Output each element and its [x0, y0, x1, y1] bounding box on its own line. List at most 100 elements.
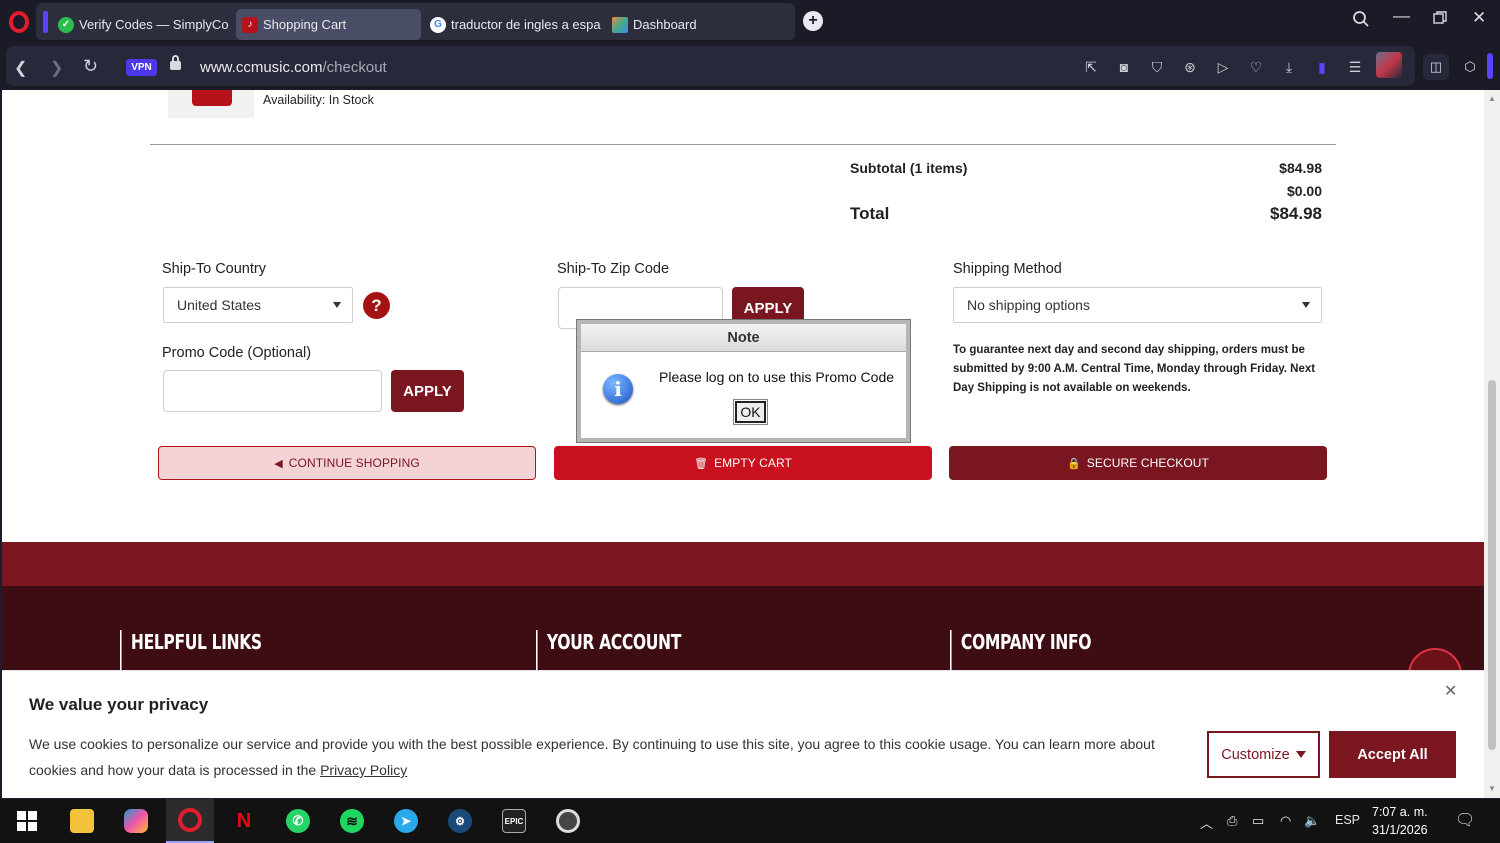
tray-overflow-icon[interactable]: ︿ [1200, 813, 1213, 832]
sidebar-accent [1487, 53, 1493, 79]
chevron-down-icon [1302, 302, 1310, 308]
privacy-policy-link[interactable]: Privacy Policy [320, 762, 407, 778]
help-question-icon[interactable]: ? [363, 292, 390, 319]
extensions-icon[interactable]: ⬡ [1457, 54, 1483, 80]
copilot-icon[interactable] [112, 799, 160, 843]
footer-your-account-heading: YOUR ACCOUNT [536, 630, 681, 674]
availability-text: Availability: In Stock [263, 93, 374, 107]
forward-icon[interactable]: ❯ [50, 58, 63, 78]
reload-icon[interactable]: ↻ [83, 56, 98, 77]
system-clock[interactable]: 7:07 a. m. 31/1/2026 [1372, 803, 1428, 839]
scroll-down-icon[interactable]: ▼ [1488, 784, 1496, 793]
note-dialog-title: Note [581, 324, 906, 352]
profile-avatar[interactable] [1376, 52, 1402, 78]
new-tab-button[interactable]: + [803, 11, 823, 31]
volume-icon[interactable]: 🔈 [1304, 813, 1320, 829]
promo-apply-button[interactable]: APPLY [391, 370, 464, 412]
tab-verify-codes[interactable]: ✓ Verify Codes — SimplyCo [52, 9, 234, 40]
cookie-banner: We value your privacy ✕ We use cookies t… [2, 670, 1484, 798]
footer-band [2, 542, 1484, 586]
language-indicator[interactable]: ESP [1335, 813, 1360, 827]
subtotal-value: $84.98 [1279, 160, 1322, 176]
lock-icon: 🔒 [1067, 457, 1081, 470]
windows-start-icon[interactable] [3, 799, 51, 843]
workspace-indicator [43, 11, 48, 33]
opera-logo-icon[interactable] [9, 11, 29, 33]
notifications-icon[interactable]: 🗨 [1455, 810, 1475, 830]
url-field[interactable]: www.ccmusic.com/checkout [200, 59, 387, 76]
share-icon[interactable]: ⇱ [1083, 59, 1099, 75]
note-dialog: Note i Please log on to use this Promo C… [577, 320, 910, 442]
telegram-icon[interactable]: ➤ [382, 799, 430, 843]
tab-label: traductor de ingles a espa [451, 17, 601, 32]
ok-button[interactable]: OK [733, 399, 768, 425]
aria-panel-icon[interactable]: ◫ [1423, 54, 1449, 80]
ship-country-value: United States [177, 297, 262, 313]
customize-button[interactable]: Customize [1207, 731, 1320, 778]
tab-shopping-cart[interactable]: ♪ Shopping Cart [236, 9, 421, 40]
close-icon[interactable]: ✕ [1444, 681, 1457, 701]
secure-checkout-button[interactable]: 🔒 SECURE CHECKOUT [949, 446, 1327, 480]
lock-icon[interactable] [170, 55, 181, 70]
heart-icon[interactable]: ♡ [1248, 59, 1264, 75]
continue-shopping-button[interactable]: ◀ CONTINUE SHOPPING [158, 446, 536, 480]
shipping-method-value: No shipping options [967, 297, 1090, 313]
dashboard-favicon-icon [612, 16, 628, 33]
promo-code-label: Promo Code (Optional) [162, 345, 312, 361]
ship-country-select[interactable]: United States [163, 287, 353, 323]
minimize-button[interactable]: — [1393, 6, 1410, 26]
shipping-guarantee-note: To guarantee next day and second day shi… [953, 344, 1316, 394]
battery-saver-icon[interactable]: ▮ [1314, 59, 1330, 75]
tab-dashboard[interactable]: Dashboard [606, 9, 756, 40]
empty-cart-label: EMPTY CART [714, 456, 792, 470]
epic-games-icon[interactable]: EPIC [490, 799, 538, 843]
scroll-up-icon[interactable]: ▲ [1488, 94, 1496, 103]
file-explorer-icon[interactable] [58, 799, 106, 843]
cookie-body: We use cookies to personalize our servic… [29, 736, 1155, 778]
translate-icon[interactable]: ⊛ [1182, 59, 1198, 75]
address-bar-container: ❮ ❯ ↻ VPN www.ccmusic.com/checkout ⇱ ◙ ⛉… [6, 46, 1415, 86]
tab-label: Shopping Cart [263, 17, 347, 32]
accept-all-button[interactable]: Accept All [1329, 731, 1456, 778]
page-scrollbar[interactable]: ▲ ▼ [1484, 90, 1500, 798]
customize-label: Customize [1221, 746, 1290, 763]
scroll-thumb[interactable] [1488, 380, 1496, 750]
tab-search-icon[interactable] [1352, 10, 1370, 33]
trash-icon: 🗑 [694, 457, 709, 470]
easy-setup-icon[interactable]: ☰ [1347, 59, 1363, 75]
spotify-icon[interactable]: ≋ [328, 799, 376, 843]
tab-translator[interactable]: G traductor de ingles a espa [424, 9, 602, 40]
product-thumbnail[interactable] [168, 90, 254, 118]
note-dialog-message: Please log on to use this Promo Code [659, 369, 895, 385]
footer-company-info-heading: COMPANY INFO [950, 630, 1092, 674]
secure-checkout-label: SECURE CHECKOUT [1086, 456, 1209, 470]
total-value: $84.98 [1270, 204, 1322, 223]
camera-icon[interactable]: ◙ [1116, 59, 1132, 75]
cookie-text: We use cookies to personalize our servic… [29, 731, 1179, 783]
clock-date: 31/1/2026 [1372, 823, 1428, 837]
restore-button[interactable] [1433, 10, 1447, 30]
shield-icon[interactable]: ⛉ [1149, 59, 1165, 75]
promo-code-input[interactable] [163, 370, 382, 412]
chevron-down-icon [333, 302, 341, 308]
wifi-icon[interactable]: ◠ [1280, 813, 1291, 829]
meet-now-icon[interactable]: ⎙ [1227, 813, 1237, 829]
shipping-method-select[interactable]: No shipping options [953, 287, 1322, 323]
total-label: Total [850, 204, 890, 223]
close-window-button[interactable]: ✕ [1472, 8, 1486, 28]
send-icon[interactable]: ▷ [1215, 59, 1231, 75]
steam-icon[interactable]: ⚙ [436, 799, 484, 843]
info-icon: i [603, 374, 633, 404]
empty-cart-button[interactable]: 🗑 EMPTY CART [554, 446, 932, 480]
opera-taskbar-icon[interactable] [166, 799, 214, 843]
netflix-icon[interactable]: N [220, 799, 268, 843]
battery-icon[interactable]: ▭ [1252, 813, 1264, 829]
whatsapp-icon[interactable]: ✆ [274, 799, 322, 843]
browser-address-bar: ❮ ❯ ↻ VPN www.ccmusic.com/checkout ⇱ ◙ ⛉… [0, 44, 1500, 90]
app-ring-icon[interactable] [544, 799, 592, 843]
back-icon[interactable]: ❮ [14, 58, 27, 78]
tab-label: Verify Codes — SimplyCo [79, 17, 229, 32]
download-icon[interactable]: ⤓ [1281, 59, 1297, 75]
footer-helpful-links-heading: HELPFUL LINKS [120, 630, 262, 674]
vpn-badge[interactable]: VPN [126, 59, 157, 76]
